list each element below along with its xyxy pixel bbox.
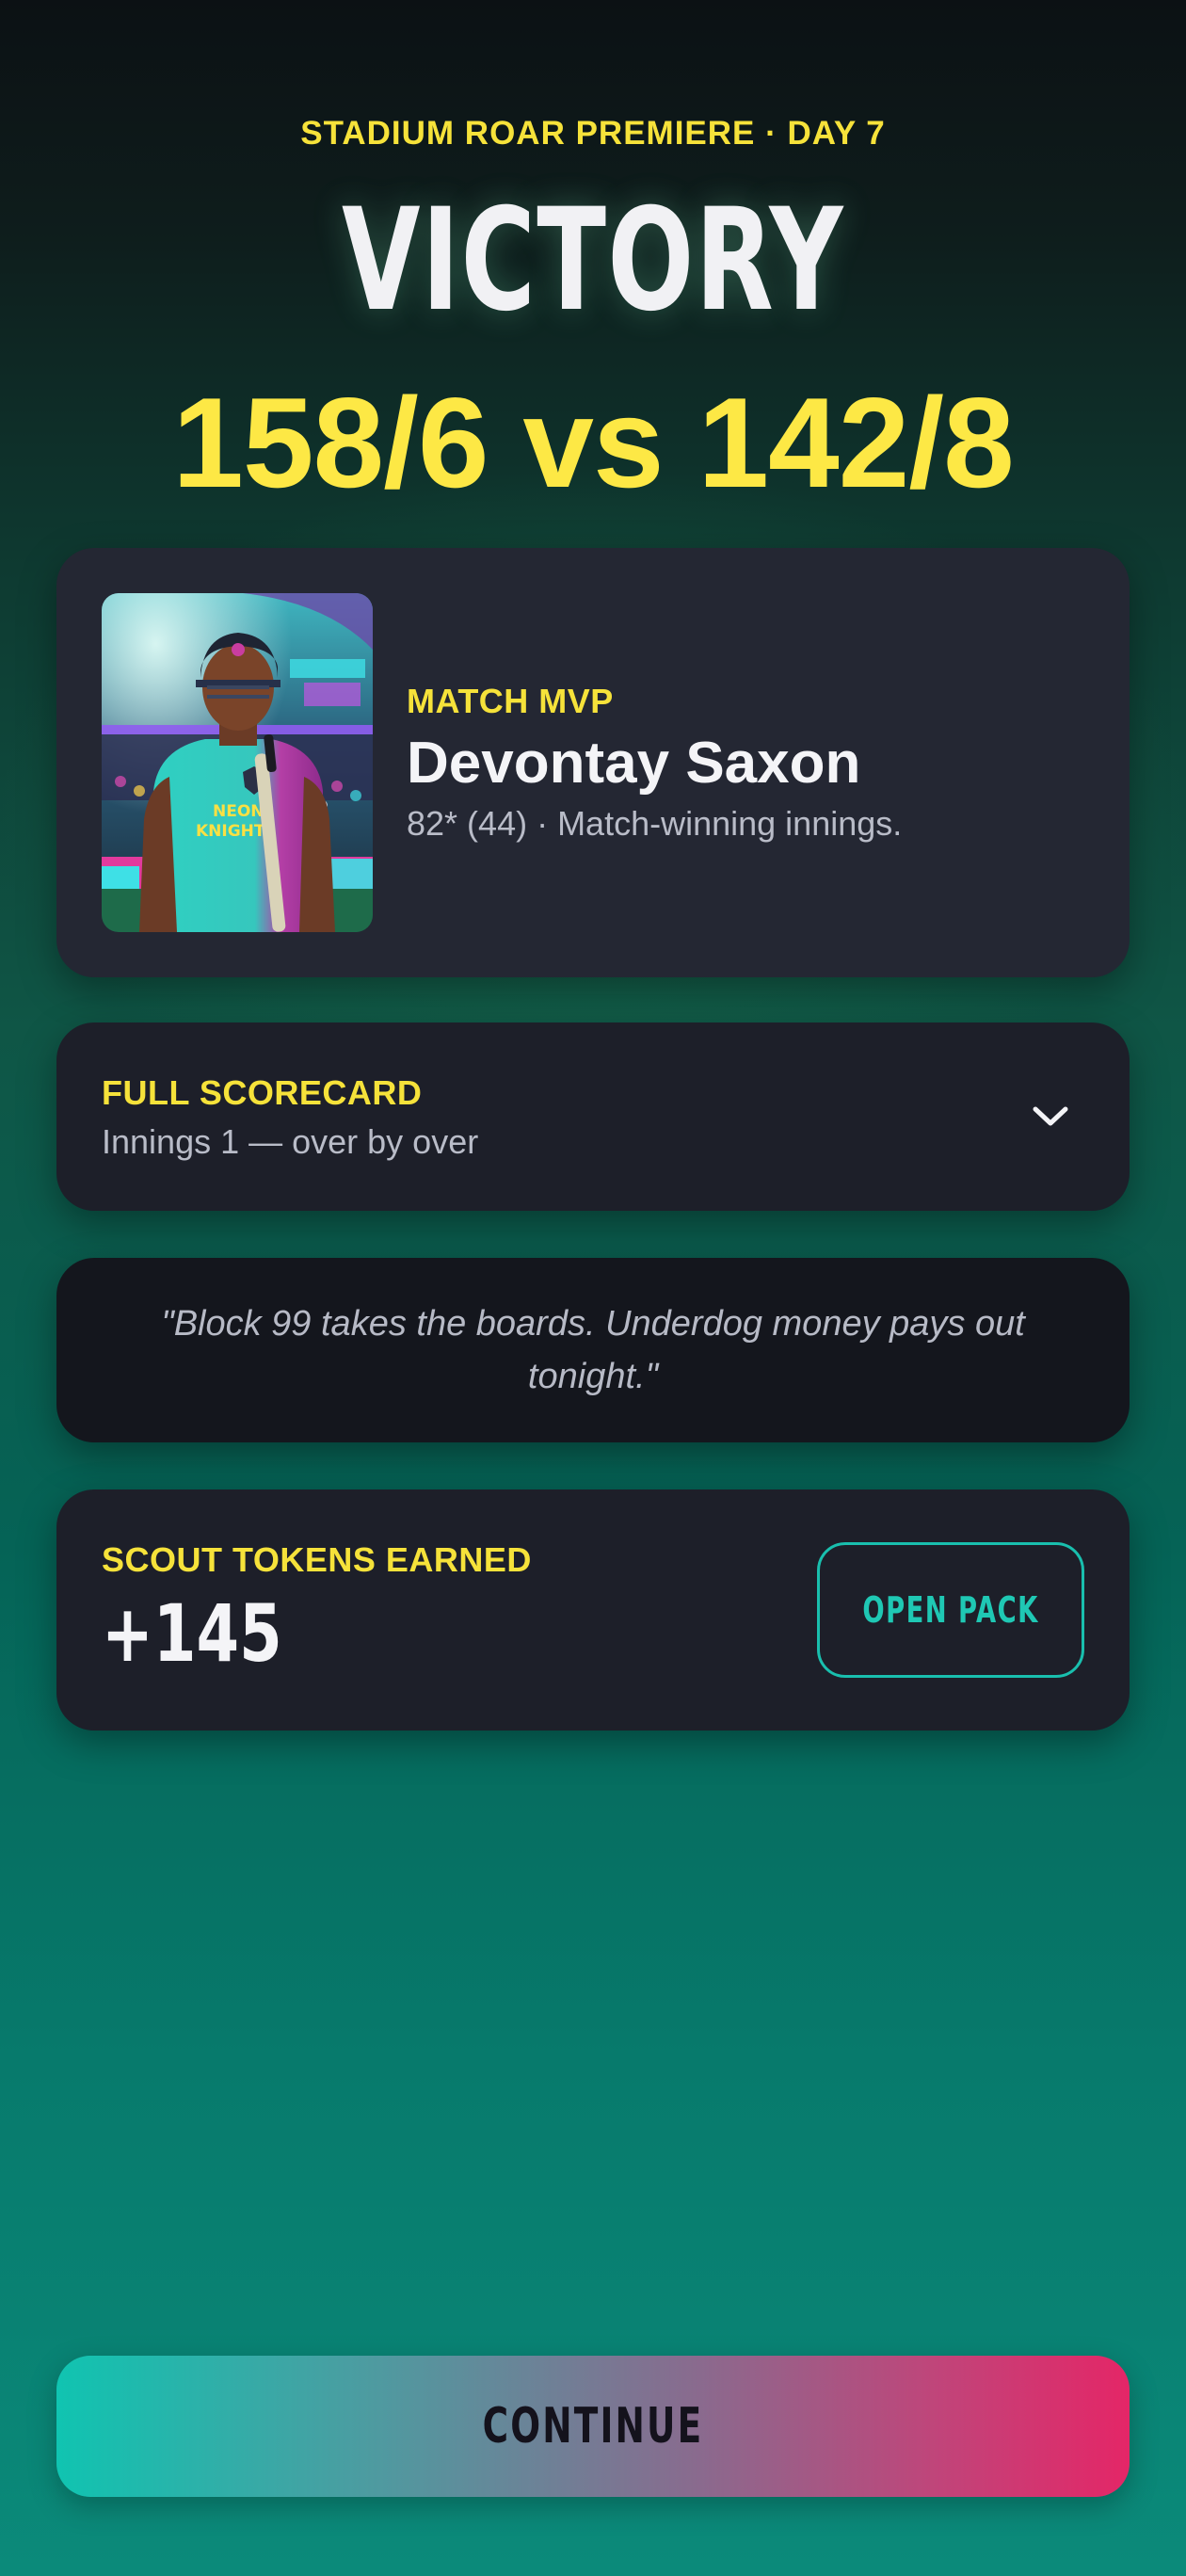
svg-text:NEON: NEON [213,802,264,821]
open-pack-button[interactable]: OPEN PACK [817,1542,1084,1678]
player-portrait-icon: NEON KNIGHTS [102,593,373,932]
commentary-quote: "Block 99 takes the boards. Underdog mon… [161,1304,1025,1396]
open-pack-label: OPEN PACK [862,1589,1039,1631]
scorecard-title: FULL SCORECARD [102,1073,423,1112]
mvp-card: NEON KNIGHTS MATCH MVP Devontay Saxon 82… [56,548,1130,977]
final-score: 158/6 vs 142/8 [172,371,1015,514]
match-result-screen: STADIUM ROAR PREMIERE · DAY 7 VICTORY 15… [0,0,1186,2576]
mvp-player-name: Devontay Saxon [407,731,861,796]
scout-tokens-card: SCOUT TOKENS EARNED +145 OPEN PACK [56,1489,1130,1731]
continue-button[interactable]: CONTINUE [56,2356,1130,2497]
chevron-down-icon[interactable] [1024,1090,1077,1143]
full-scorecard-toggle[interactable]: FULL SCORECARD Innings 1 — over by over [56,1022,1130,1211]
tokens-label: SCOUT TOKENS EARNED [102,1540,532,1579]
result-title: VICTORY [341,179,845,343]
tokens-earned-value: +145 [102,1587,282,1680]
scorecard-subtitle: Innings 1 — over by over [102,1122,479,1161]
league-day-label: STADIUM ROAR PREMIERE · DAY 7 [300,115,886,152]
continue-label: CONTINUE [482,2398,704,2455]
commentary-quote-card: "Block 99 takes the boards. Underdog mon… [56,1258,1130,1442]
mvp-player-photo: NEON KNIGHTS [102,593,373,932]
mvp-label: MATCH MVP [407,682,614,720]
mvp-stats-summary: 82* (44) · Match-winning innings. [407,804,903,843]
